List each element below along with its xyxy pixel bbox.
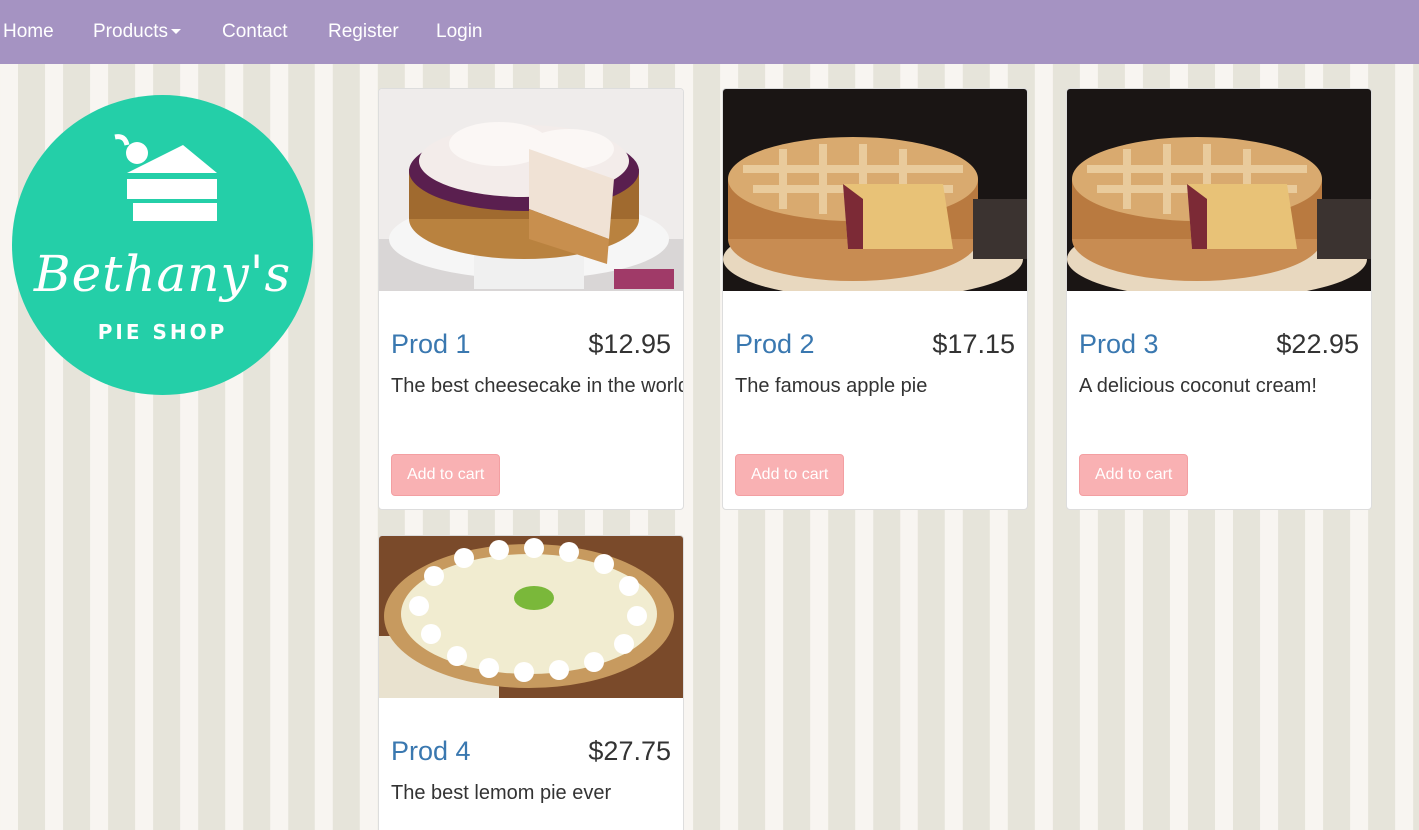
product-description: The best cheesecake in the world — [391, 375, 683, 397]
nav-contact-link[interactable]: Contact — [222, 0, 287, 64]
logo-wordmark: Bethany's — [33, 245, 292, 303]
product-image[interactable] — [1067, 89, 1371, 291]
product-description: The best lemom pie ever — [391, 782, 612, 804]
nav-products-label: Products — [93, 21, 168, 42]
product-name[interactable]: Prod 3 — [1079, 329, 1159, 360]
product-name[interactable]: Prod 2 — [735, 329, 815, 360]
product-card: Prod 2 $17.15 The famous apple pie Add t… — [722, 88, 1028, 510]
cake-slice-icon — [114, 134, 217, 221]
product-card: Prod 4 $27.75 The best lemom pie ever — [378, 535, 684, 830]
product-card: Prod 1 $12.95 The best cheesecake in the… — [378, 88, 684, 510]
add-to-cart-button[interactable]: Add to cart — [735, 454, 845, 496]
top-navbar: Home Products Contact Register Login — [0, 0, 1419, 64]
shop-logo[interactable]: Bethany's PIE SHOP — [12, 95, 313, 395]
caret-down-icon — [170, 29, 181, 35]
logo-subtitle: PIE SHOP — [97, 320, 228, 344]
product-price: $17.15 — [932, 329, 1015, 359]
nav-products-dropdown[interactable]: Products — [93, 0, 181, 64]
nav-login-link[interactable]: Login — [436, 0, 483, 64]
nav-home-link[interactable]: Home — [3, 0, 54, 64]
product-image[interactable] — [379, 536, 683, 698]
product-price: $22.95 — [1276, 329, 1359, 359]
product-name[interactable]: Prod 1 — [391, 329, 471, 360]
product-price: $12.95 — [588, 329, 671, 359]
add-to-cart-button[interactable]: Add to cart — [391, 454, 501, 496]
product-name[interactable]: Prod 4 — [391, 736, 471, 767]
product-description: The famous apple pie — [735, 375, 928, 397]
product-card: Prod 3 $22.95 A delicious coconut cream!… — [1066, 88, 1372, 510]
product-image[interactable] — [379, 89, 683, 291]
product-image[interactable] — [723, 89, 1027, 291]
product-price: $27.75 — [588, 736, 671, 766]
product-description: A delicious coconut cream! — [1079, 375, 1317, 397]
add-to-cart-button[interactable]: Add to cart — [1079, 454, 1189, 496]
nav-register-link[interactable]: Register — [328, 0, 399, 64]
